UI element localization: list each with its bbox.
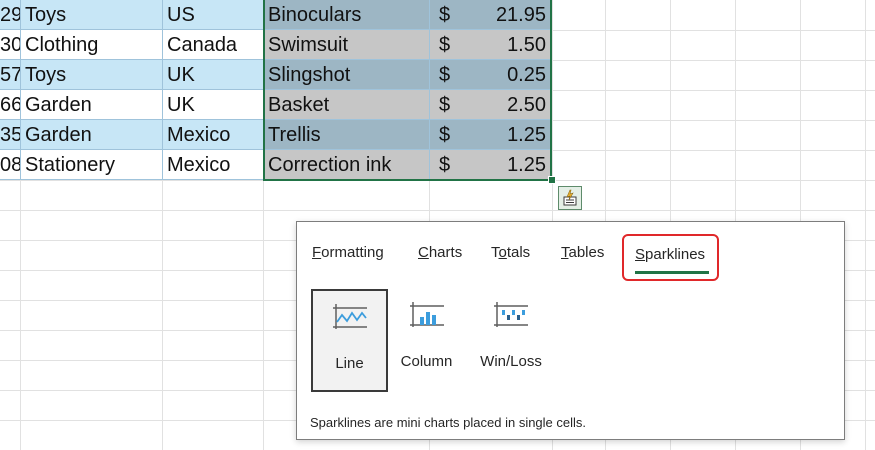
cell-currency[interactable]: $ (429, 60, 469, 90)
cell-category[interactable]: Garden (20, 120, 162, 150)
table-row: 08 Stationery Mexico Correction ink $ 1.… (0, 150, 552, 180)
cell-amount[interactable]: 1.25 (469, 150, 552, 180)
cell-country[interactable]: UK (162, 60, 263, 90)
table-row: 66 Garden UK Basket $ 2.50 (0, 90, 552, 120)
cell-product[interactable]: Binoculars (263, 0, 429, 30)
cell-currency[interactable]: $ (429, 120, 469, 150)
sparkline-column-option[interactable]: Column (388, 289, 465, 392)
cell-country[interactable]: Mexico (162, 150, 263, 180)
cell-product[interactable]: Correction ink (263, 150, 429, 180)
cell-id[interactable]: 35 (0, 120, 20, 150)
tab-sparklines[interactable]: Sparklines (622, 234, 719, 281)
gridline (865, 0, 866, 450)
cell-currency[interactable]: $ (429, 0, 469, 30)
tab-totals-prefix: T (491, 244, 499, 261)
tab-tables-rest: ables (568, 244, 605, 261)
cell-category[interactable]: Clothing (20, 30, 162, 60)
quick-analysis-panel: Formatting Charts Totals Tables Sparklin… (296, 221, 845, 440)
tab-sparklines-rest: parklines (645, 246, 706, 263)
cell-id[interactable]: 29 (0, 0, 20, 30)
table-row: 29 Toys US Binoculars $ 21.95 (0, 0, 552, 30)
cell-currency[interactable]: $ (429, 30, 469, 60)
cell-country[interactable]: UK (162, 90, 263, 120)
cell-amount[interactable]: 1.50 (469, 30, 552, 60)
gridline (0, 210, 875, 211)
cell-id[interactable]: 57 (0, 60, 20, 90)
tab-totals-accesskey: o (498, 244, 507, 261)
cell-currency[interactable]: $ (429, 150, 469, 180)
tab-tables-accesskey: T (561, 244, 569, 261)
sparkline-winloss-label: Win/Loss (480, 353, 542, 370)
cell-amount[interactable]: 0.25 (469, 60, 552, 90)
active-tab-indicator (635, 271, 709, 274)
cell-category[interactable]: Toys (20, 60, 162, 90)
quick-analysis-button[interactable] (558, 186, 582, 210)
cell-amount[interactable]: 2.50 (469, 90, 552, 120)
cell-amount[interactable]: 1.25 (469, 120, 552, 150)
cell-currency[interactable]: $ (429, 90, 469, 120)
tab-totals-rest: tals (506, 244, 531, 261)
tab-totals[interactable]: Totals (491, 242, 530, 264)
panel-description: Sparklines are mini charts placed in sin… (310, 415, 587, 430)
tab-charts[interactable]: Charts (418, 242, 462, 264)
tab-formatting-accesskey: F (312, 244, 322, 261)
cell-product[interactable]: Basket (263, 90, 429, 120)
cell-id[interactable]: 66 (0, 90, 20, 120)
tab-charts-rest: harts (428, 244, 463, 261)
cell-category[interactable]: Toys (20, 0, 162, 30)
cell-country[interactable]: Mexico (162, 120, 263, 150)
fill-handle[interactable] (548, 176, 556, 184)
sparkline-line-icon (332, 304, 367, 329)
sparkline-column-icon (409, 302, 444, 327)
cell-country[interactable]: US (162, 0, 263, 30)
cell-country[interactable]: Canada (162, 30, 263, 60)
table-row: 35 Garden Mexico Trellis $ 1.25 (0, 120, 552, 150)
sparkline-line-option[interactable]: Line (311, 289, 388, 392)
gridline (0, 180, 875, 181)
cell-category[interactable]: Stationery (20, 150, 162, 180)
table-row: 57 Toys UK Slingshot $ 0.25 (0, 60, 552, 90)
cell-category[interactable]: Garden (20, 90, 162, 120)
sparkline-winloss-option[interactable]: Win/Loss (464, 289, 558, 392)
tab-sparklines-label: Sparklines (635, 244, 705, 266)
sparkline-column-label: Column (400, 353, 453, 370)
cell-id[interactable]: 08 (0, 150, 20, 180)
cell-amount[interactable]: 21.95 (469, 0, 552, 30)
cell-product[interactable]: Slingshot (263, 60, 429, 90)
cell-id[interactable]: 30 (0, 30, 20, 60)
cell-product[interactable]: Trellis (263, 120, 429, 150)
table-row: 30 Clothing Canada Swimsuit $ 1.50 (0, 30, 552, 60)
tab-formatting-rest: ormatting (321, 244, 384, 261)
tab-sparklines-accesskey: S (635, 246, 646, 263)
tab-formatting[interactable]: Formatting (312, 242, 384, 264)
quick-analysis-icon (563, 189, 577, 206)
tab-charts-accesskey: C (418, 244, 429, 261)
cell-product[interactable]: Swimsuit (263, 30, 429, 60)
sparkline-winloss-icon (494, 302, 528, 327)
tab-tables[interactable]: Tables (561, 242, 604, 264)
sparkline-line-label: Line (335, 355, 364, 372)
